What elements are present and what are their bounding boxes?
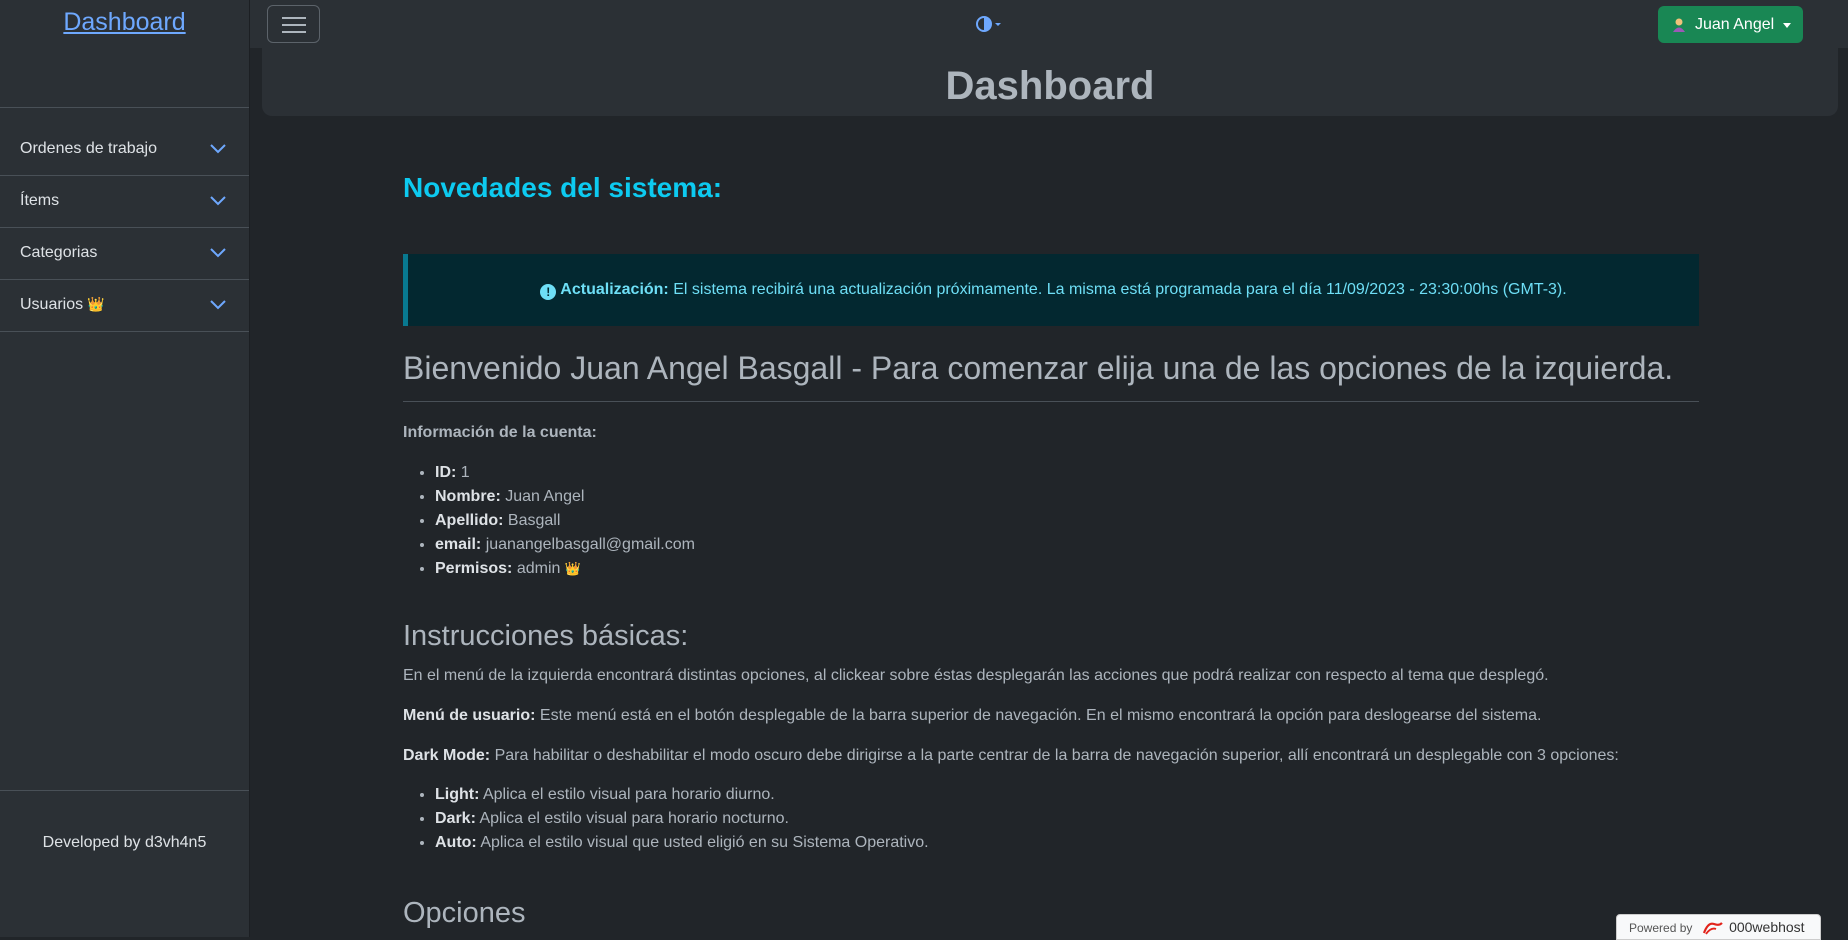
field-value: 1 — [460, 464, 470, 481]
brand: Dashboard — [0, 0, 249, 44]
chevron-down-icon — [210, 144, 226, 154]
sidebar-item-categorias[interactable]: Categorias — [0, 228, 249, 280]
list-item: Dark: Aplica el estilo visual para horar… — [435, 807, 929, 831]
info-icon: ! — [540, 284, 557, 300]
crown-icon: 👑 — [87, 296, 105, 312]
mode-label: Light: — [435, 786, 480, 803]
field-label: ID: — [435, 464, 457, 481]
user-menu-paragraph: Menú de usuario: Este menú está en el bo… — [403, 707, 1541, 725]
page-title: Dashboard — [945, 64, 1155, 108]
mode-text: Aplica el estilo visual para horario diu… — [482, 786, 775, 803]
sidebar-item-label: Categorias — [20, 244, 98, 261]
sidebar-divider — [0, 107, 249, 108]
list-item: email: juanangelbasgall@gmail.com — [435, 533, 695, 557]
field-label: Permisos: — [435, 560, 513, 577]
paragraph-text: Para habilitar o deshabilitar el modo os… — [494, 747, 1619, 764]
paragraph-label: Dark Mode: — [403, 747, 491, 764]
brand-link[interactable]: Dashboard — [63, 8, 185, 36]
field-value: Juan Angel — [505, 488, 585, 505]
instructions-paragraph: En el menú de la izquierda encontrará di… — [403, 667, 1549, 684]
account-info-list: ID: 1 Nombre: Juan Angel Apellido: Basga… — [403, 461, 695, 581]
hamburger-line — [282, 24, 306, 26]
dark-mode-options-list: Light: Aplica el estilo visual para hora… — [403, 783, 929, 855]
sidebar-footer-divider — [0, 790, 249, 791]
field-label: Apellido: — [435, 512, 504, 529]
alert-text: El sistema recibirá una actualización pr… — [673, 281, 1567, 298]
sidebar-item-usuarios[interactable]: Usuarios 👑 — [0, 280, 249, 332]
sidebar-item-label: Usuarios 👑 — [20, 296, 105, 314]
news-title: Novedades del sistema: — [403, 172, 723, 203]
sidebar-item-ordenes[interactable]: Ordenes de trabajo — [0, 124, 249, 176]
mode-text: Aplica el estilo visual para horario noc… — [479, 810, 789, 827]
crown-icon: 👑 — [564, 561, 582, 576]
hamburger-line — [282, 17, 306, 19]
alert-label: Actualización: — [560, 281, 669, 298]
field-label: email: — [435, 536, 482, 553]
sidebar-menu: Ordenes de trabajo Ítems Categorias Usua… — [0, 124, 249, 332]
options-title: Opciones — [403, 897, 526, 929]
chevron-down-icon — [210, 248, 226, 258]
field-label: Nombre: — [435, 488, 501, 505]
field-value: Basgall — [507, 512, 561, 529]
sidebar-footer: Developed by d3vh4n5 — [42, 834, 207, 851]
field-value: juanangelbasgall@gmail.com — [485, 536, 695, 553]
list-item: Auto: Aplica el estilo visual que usted … — [435, 831, 929, 855]
instructions-title: Instrucciones básicas: — [403, 620, 689, 652]
page-header: Dashboard — [262, 48, 1838, 116]
webhost-logo-icon — [1702, 922, 1723, 935]
mode-label: Dark: — [435, 810, 476, 827]
sidebar-item-items[interactable]: Ítems — [0, 176, 249, 228]
powered-host: 000webhost — [1729, 919, 1805, 935]
user-menu-button[interactable]: Juan Angel — [1658, 6, 1803, 43]
sidebar-item-text: Usuarios — [20, 296, 84, 313]
powered-prefix: Powered by — [1629, 921, 1693, 935]
dark-mode-paragraph: Dark Mode: Para habilitar o deshabilitar… — [403, 747, 1619, 765]
list-item: Permisos: admin 👑 — [435, 557, 695, 581]
mode-text: Aplica el estilo visual que usted eligió… — [480, 834, 929, 851]
theme-toggle-icon[interactable] — [975, 12, 1007, 36]
paragraph-label: Menú de usuario: — [403, 707, 536, 724]
update-alert: ! Actualización: El sistema recibirá una … — [403, 254, 1699, 326]
chevron-down-icon — [210, 196, 226, 206]
paragraph-text: Este menú está en el botón desplegable d… — [539, 707, 1542, 724]
account-info-title: Información de la cuenta: — [403, 424, 597, 441]
sidebar: Dashboard Ordenes de trabajo Ítems Categ… — [0, 0, 250, 937]
powered-by-badge[interactable]: Powered by 000webhost — [1616, 914, 1821, 940]
sidebar-toggle-button[interactable] — [267, 5, 320, 43]
mode-label: Auto: — [435, 834, 477, 851]
chevron-down-icon — [210, 300, 226, 310]
list-item: ID: 1 — [435, 461, 695, 485]
list-item: Nombre: Juan Angel — [435, 485, 695, 509]
sidebar-item-label: Ordenes de trabajo — [20, 140, 157, 157]
topbar — [250, 0, 1848, 48]
caret-down-icon — [1783, 23, 1791, 28]
user-menu-label: Juan Angel — [1695, 16, 1775, 33]
welcome-heading: Bienvenido Juan Angel Basgall - Para com… — [403, 350, 1699, 402]
field-value: admin — [516, 560, 561, 577]
list-item: Apellido: Basgall — [435, 509, 695, 533]
list-item: Light: Aplica el estilo visual para hora… — [435, 783, 929, 807]
hamburger-line — [282, 31, 306, 33]
user-avatar-icon — [1673, 18, 1685, 32]
sidebar-item-label: Ítems — [20, 192, 60, 209]
